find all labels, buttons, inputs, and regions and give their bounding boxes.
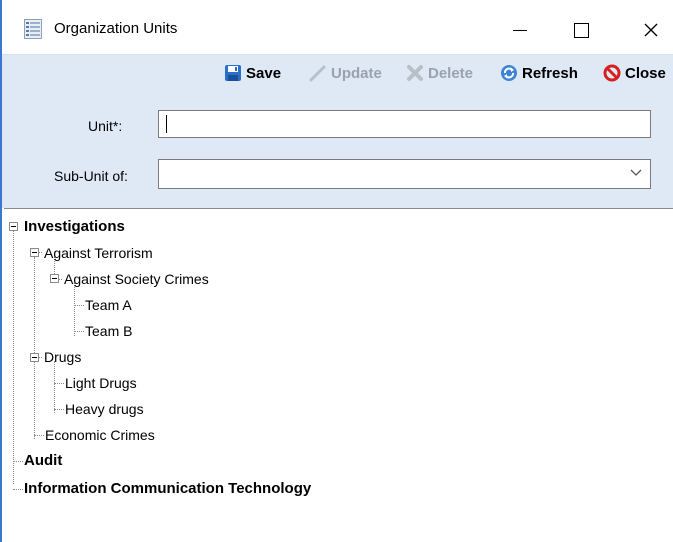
- list-icon: [24, 19, 42, 39]
- delete-button[interactable]: Delete: [406, 63, 473, 83]
- close-label: Close: [625, 64, 666, 82]
- tree-connector: [13, 461, 23, 462]
- minimize-button[interactable]: [497, 8, 543, 52]
- close-button[interactable]: Close: [603, 63, 666, 83]
- tree-connector: [34, 257, 35, 439]
- collapse-toggle-against-terrorism[interactable]: [30, 248, 39, 257]
- minimize-icon: [513, 29, 527, 31]
- form-area: Unit*: Sub-Unit of:: [2, 89, 673, 208]
- delete-label: Delete: [428, 64, 474, 82]
- tree-node[interactable]: Drugs: [44, 348, 81, 366]
- delete-x-icon: [407, 65, 423, 81]
- tree-node[interactable]: Investigations: [24, 218, 125, 236]
- collapse-toggle-drugs[interactable]: [30, 353, 39, 362]
- no-entry-icon: [603, 64, 621, 82]
- tree-connector: [74, 331, 84, 332]
- tree-node[interactable]: Team B: [85, 322, 132, 340]
- text-caret: [166, 115, 167, 133]
- collapse-toggle-investigations[interactable]: [9, 222, 18, 231]
- organization-units-window: Organization Units Save Update Delete Re…: [0, 0, 673, 542]
- refresh-button[interactable]: Refresh: [500, 63, 578, 83]
- tree-connector: [13, 231, 14, 484]
- tree-connector: [34, 435, 44, 436]
- tree-node[interactable]: Economic Crimes: [45, 426, 155, 444]
- save-label: Save: [246, 64, 282, 82]
- tree-connector: [74, 305, 84, 306]
- pencil-icon: [309, 65, 326, 82]
- tree-node[interactable]: Heavy drugs: [65, 400, 144, 418]
- toolbar: Save Update Delete Refresh Close: [2, 54, 673, 89]
- unit-label: Unit*:: [88, 118, 123, 134]
- tree-node[interactable]: Light Drugs: [65, 374, 137, 392]
- tree-connector: [13, 489, 23, 490]
- chevron-down-icon: [630, 169, 642, 176]
- tree-node[interactable]: Against Terrorism: [44, 244, 153, 262]
- save-button[interactable]: Save: [224, 63, 281, 83]
- tree-connector: [74, 283, 75, 336]
- save-icon: [225, 65, 241, 81]
- refresh-label: Refresh: [522, 64, 578, 82]
- tree-node[interactable]: Information Communication Technology: [24, 480, 311, 498]
- sub-unit-select[interactable]: [158, 159, 651, 189]
- close-window-button[interactable]: [628, 8, 673, 52]
- update-label: Update: [331, 64, 382, 82]
- tree-connector: [54, 409, 64, 410]
- organization-tree[interactable]: Investigations Against Terrorism Against…: [4, 208, 673, 542]
- sub-unit-label: Sub-Unit of:: [54, 168, 128, 184]
- window-title: Organization Units: [54, 20, 178, 37]
- update-button[interactable]: Update: [309, 63, 382, 83]
- tree-connector: [54, 361, 55, 413]
- close-icon: [644, 23, 658, 37]
- tree-node[interactable]: Against Society Crimes: [64, 270, 209, 288]
- collapse-toggle-against-society-crimes[interactable]: [50, 274, 59, 283]
- tree-node[interactable]: Team A: [85, 296, 132, 314]
- maximize-button[interactable]: [558, 8, 604, 52]
- title-bar: Organization Units: [2, 0, 673, 54]
- refresh-icon: [501, 65, 517, 81]
- maximize-icon: [573, 22, 589, 38]
- tree-connector: [54, 383, 64, 384]
- tree-node[interactable]: Audit: [24, 452, 62, 470]
- unit-input[interactable]: [158, 110, 651, 138]
